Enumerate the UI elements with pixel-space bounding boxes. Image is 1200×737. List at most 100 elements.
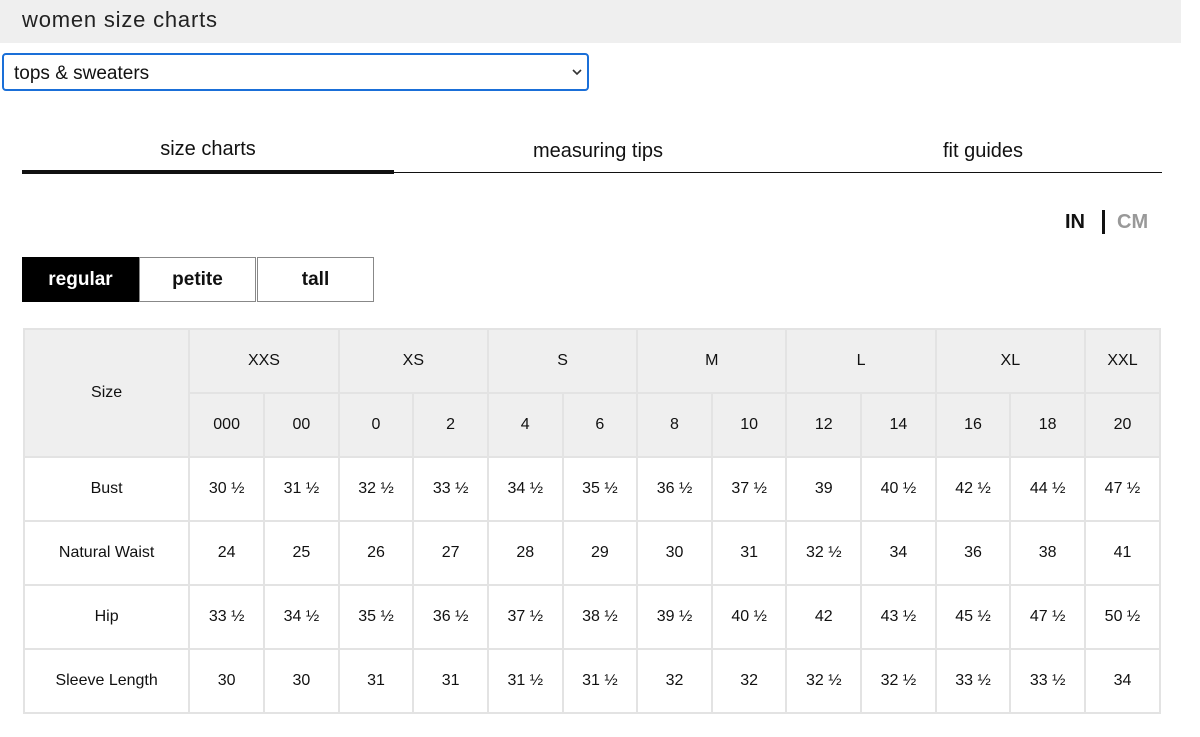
numeric-size-header: 00 — [263, 392, 340, 458]
size-group-header: L — [785, 328, 937, 394]
size-group-row: Size XXS XS S M L XL XXL — [23, 328, 1161, 458]
tab-size-charts[interactable]: size charts — [22, 128, 394, 170]
numeric-size-header: 8 — [636, 392, 713, 458]
measurement-value: 39 ½ — [636, 584, 713, 650]
size-group-header: S — [486, 328, 639, 394]
measurement-value: 28 — [486, 520, 564, 586]
size-group-header: XXS — [188, 328, 340, 394]
unit-separator — [1102, 210, 1105, 234]
numeric-size-header: 10 — [710, 392, 788, 458]
measurement-value: 31 — [710, 520, 788, 586]
measurement-value: 30 — [636, 520, 713, 586]
table-row: Sleeve Length 30 30 31 31 31 ½ 31 ½ 32 32 32 ½ 32 … — [23, 648, 1161, 714]
measurement-value: 31 ½ — [486, 648, 564, 714]
measurement-value: 32 ½ — [785, 648, 863, 714]
measurement-value: 34 — [1083, 648, 1161, 714]
measurement-value: 31 — [337, 648, 415, 714]
measurement-value: 26 — [337, 520, 415, 586]
measurement-value: 31 ½ — [263, 456, 340, 522]
page-right-edge — [1181, 0, 1200, 737]
measurement-value: 34 ½ — [486, 456, 564, 522]
measurement-value: 32 ½ — [337, 456, 415, 522]
unit-toggle: IN CM — [1062, 210, 1172, 238]
measurement-value: 33 ½ — [1009, 648, 1086, 714]
measurement-value: 47 ½ — [1009, 584, 1086, 650]
measurement-label: Bust — [23, 456, 191, 522]
numeric-size-header: 4 — [486, 392, 564, 458]
numeric-size-header: 0 — [337, 392, 415, 458]
page-header: women size charts — [0, 0, 1181, 43]
numeric-size-header: 000 — [188, 392, 266, 458]
measurement-value: 33 ½ — [412, 456, 489, 522]
size-chart-table-container[interactable]: Size XXS XS S M L XL XXL 000 00 0 2 4 6 8 10 12 14 16 18 20… — [23, 328, 1161, 715]
numeric-size-header: 20 — [1083, 392, 1161, 458]
size-group-header: M — [636, 328, 788, 394]
measurement-label: Sleeve Length — [23, 648, 191, 714]
page-title: women size charts — [22, 7, 218, 32]
measurement-value: 47 ½ — [1083, 456, 1161, 522]
chevron-down-icon — [572, 69, 582, 76]
fit-tall-button[interactable]: tall — [257, 257, 374, 302]
size-corner-label: Size — [23, 328, 191, 458]
measurement-value: 32 ½ — [785, 520, 863, 586]
numeric-size-header: 18 — [1009, 392, 1086, 458]
numeric-size-header: 6 — [561, 392, 639, 458]
measurement-value: 24 — [188, 520, 266, 586]
table-row: Hip 33 ½ 34 ½ 35 ½ 36 ½ 37 ½ 38 ½ 39 ½ 40 ½ 42 43 … — [23, 584, 1161, 650]
table-row: Bust 30 ½ 31 ½ 32 ½ 33 ½ 34 ½ 35 ½ 36 ½ 37 ½ 39 40… — [23, 456, 1161, 522]
measurement-value: 36 ½ — [412, 584, 489, 650]
numeric-size-header: 12 — [785, 392, 863, 458]
measurement-value: 43 ½ — [860, 584, 937, 650]
measurement-value: 33 ½ — [934, 648, 1012, 714]
table-row: Natural Waist 24 25 26 27 28 29 30 31 32 ½ 34 36 38 4… — [23, 520, 1161, 586]
measurement-label: Natural Waist — [23, 520, 191, 586]
measurement-value: 31 ½ — [561, 648, 639, 714]
tab-fit-guides[interactable]: fit guides — [792, 130, 1174, 172]
measurement-label: Hip — [23, 584, 191, 650]
measurement-value: 42 — [785, 584, 863, 650]
measurement-value: 38 — [1009, 520, 1086, 586]
measurement-value: 30 — [188, 648, 266, 714]
measurement-value: 42 ½ — [934, 456, 1012, 522]
fit-regular-button[interactable]: regular — [22, 257, 139, 302]
measurement-value: 27 — [412, 520, 489, 586]
measurement-value: 37 ½ — [486, 584, 564, 650]
measurement-value: 31 — [412, 648, 489, 714]
measurement-value: 32 ½ — [860, 648, 937, 714]
size-chart-table: Size XXS XS S M L XL XXL 000 00 0 2 4 6 8 10 12 14 16 18 20… — [23, 328, 1161, 714]
category-select-value: tops & sweaters — [14, 63, 150, 84]
measurement-value: 30 — [263, 648, 340, 714]
size-group-header: XS — [337, 328, 489, 394]
category-select[interactable]: tops & sweaters — [2, 53, 589, 91]
fit-petite-button[interactable]: petite — [139, 257, 256, 302]
measurement-value: 29 — [561, 520, 639, 586]
tab-bar: size charts measuring tips fit guides — [22, 130, 1162, 174]
numeric-size-row: 000 00 0 2 4 6 8 10 12 14 16 18 20 — [24, 392, 1161, 458]
tab-active-indicator — [22, 170, 394, 174]
measurement-value: 45 ½ — [934, 584, 1012, 650]
unit-cm-option[interactable]: CM — [1117, 211, 1148, 234]
measurement-value: 39 — [785, 456, 863, 522]
measurement-value: 40 ½ — [710, 584, 788, 650]
measurement-value: 37 ½ — [710, 456, 788, 522]
numeric-size-header: 14 — [860, 392, 937, 458]
measurement-value: 35 ½ — [561, 456, 639, 522]
size-group-header: XXL — [1083, 328, 1161, 394]
measurement-value: 36 ½ — [636, 456, 713, 522]
numeric-size-header: 2 — [412, 392, 489, 458]
measurement-value: 40 ½ — [860, 456, 937, 522]
measurement-value: 36 — [934, 520, 1012, 586]
measurement-value: 33 ½ — [188, 584, 266, 650]
measurement-value: 50 ½ — [1083, 584, 1161, 650]
measurement-value: 41 — [1083, 520, 1161, 586]
measurement-value: 25 — [263, 520, 340, 586]
numeric-size-header: 16 — [934, 392, 1012, 458]
tab-measuring-tips[interactable]: measuring tips — [408, 130, 788, 172]
measurement-value: 30 ½ — [188, 456, 266, 522]
unit-in-option[interactable]: IN — [1065, 211, 1085, 234]
measurement-value: 35 ½ — [337, 584, 415, 650]
measurement-value: 34 — [860, 520, 937, 586]
measurement-value: 32 — [710, 648, 788, 714]
measurement-value: 34 ½ — [263, 584, 340, 650]
measurement-value: 32 — [636, 648, 713, 714]
